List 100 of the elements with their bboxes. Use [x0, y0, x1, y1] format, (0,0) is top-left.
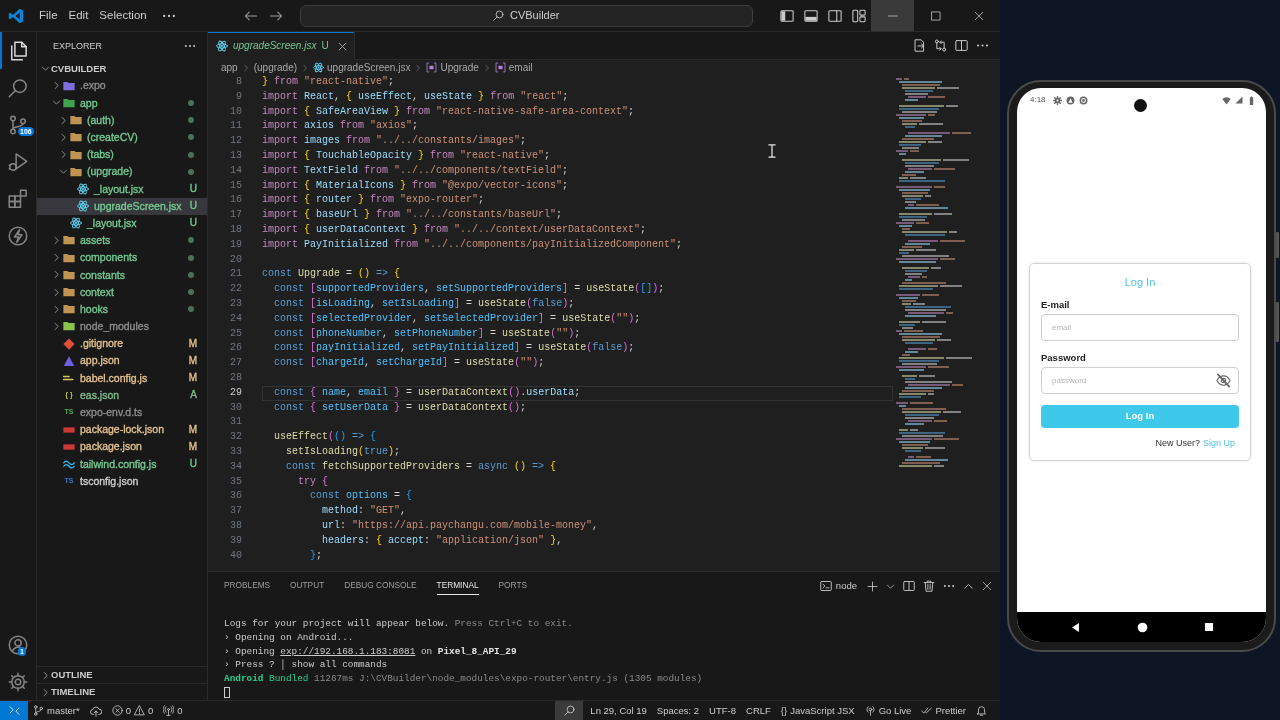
chevron-down-icon[interactable]	[886, 581, 895, 591]
status-item[interactable]: Spaces: 2	[651, 701, 705, 720]
chevron-icon	[414, 63, 423, 72]
double-check-icon	[921, 705, 933, 716]
tree-item[interactable]: node_modules	[37, 317, 207, 335]
problems-item[interactable]: 0 0	[106, 701, 159, 720]
tree-item[interactable]: (upgrade)	[37, 163, 207, 181]
tree-item[interactable]: (auth)	[37, 111, 207, 129]
panel-tab[interactable]: PORTS	[498, 577, 527, 595]
bell-icon[interactable]	[976, 705, 987, 716]
code-line: import PayInitialized from "../../components/payInitializedComponent";	[262, 238, 683, 250]
editor-tab[interactable]: upgradeScreen.jsx U	[208, 32, 355, 60]
breadcrumb-item[interactable]: email	[494, 61, 533, 74]
signal-icon	[1235, 96, 1243, 104]
split-icon[interactable]	[903, 580, 915, 592]
zoom-button[interactable]	[555, 701, 584, 720]
files-icon	[8, 40, 28, 61]
layout-icon[interactable]	[852, 8, 866, 23]
tree-item[interactable]: _layout.jsx U	[37, 180, 207, 198]
sidebar-left-icon[interactable]	[780, 8, 794, 23]
prettier-item[interactable]: Prettier	[916, 701, 971, 720]
settings-icon[interactable]	[8, 671, 28, 692]
tree-item[interactable]: tailwind.config.js U	[37, 455, 207, 473]
code-line: const [payInitialized, setPayInitialized] = useState(false);	[273, 342, 635, 354]
panel-tab[interactable]: OUTPUT	[290, 577, 325, 595]
menu-item[interactable]: Edit	[63, 6, 94, 25]
tree-item[interactable]: _layout.jsx U	[37, 214, 207, 232]
line-number: 35	[229, 474, 242, 489]
tree-item[interactable]: assets	[37, 231, 207, 250]
status-item[interactable]: CRLF	[741, 701, 776, 720]
tree-item[interactable]: app	[37, 94, 207, 112]
tree-item[interactable]: package.json M	[37, 438, 207, 456]
line-number: 29	[229, 385, 242, 400]
add-icon[interactable]	[867, 580, 878, 592]
tree-item[interactable]: (tabs)	[37, 145, 207, 164]
trash-icon[interactable]	[923, 580, 935, 592]
back-icon[interactable]	[1069, 621, 1081, 633]
tree-item[interactable]: components	[37, 249, 207, 267]
tree-item[interactable]: (createCV)	[37, 128, 207, 146]
code-line: const [chargeId, setChargeId] = useState("");	[273, 357, 545, 369]
panel-tab[interactable]: PROBLEMS	[224, 577, 271, 595]
tree-item[interactable]: babel.config.js M	[37, 369, 207, 387]
menu-item[interactable]: File	[34, 6, 63, 25]
folder-icon	[63, 303, 75, 316]
go-live-item[interactable]: Go Live	[859, 701, 917, 720]
forward-arrow-icon[interactable]	[269, 8, 283, 23]
branch-icon	[33, 705, 44, 716]
folder-icon	[63, 79, 75, 92]
close-icon[interactable]	[982, 581, 992, 591]
explorer-section-header[interactable]: CVBUILDER	[37, 60, 207, 78]
breadcrumb-item[interactable]: (upgrade)	[253, 61, 298, 74]
branch-item[interactable]: master*	[28, 701, 85, 720]
language-item[interactable]: {} JavaScript JSX	[775, 701, 860, 720]
status-item[interactable]: Ln 29, Col 19	[585, 701, 652, 720]
split-editor-icon[interactable]	[955, 39, 968, 52]
breadcrumb-item[interactable]: Upgrade	[426, 61, 479, 74]
ports-item[interactable]: 0	[158, 701, 188, 720]
tree-item[interactable]: hooks	[37, 300, 207, 318]
tree-item[interactable]: app.json M	[37, 352, 207, 370]
line-number: 21	[229, 267, 242, 282]
recents-icon[interactable]	[1203, 622, 1214, 632]
status-item[interactable]: UTF-8	[704, 701, 742, 720]
close-icon[interactable]	[337, 41, 347, 51]
tree-item[interactable]: package-lock.json M	[37, 420, 207, 439]
notification-icon	[1078, 95, 1088, 105]
email-field[interactable]: email	[1041, 313, 1239, 341]
terminal-link[interactable]: exp://192.168.1.183:8081	[280, 645, 416, 657]
remote-icon	[8, 705, 20, 716]
menu-item[interactable]: Selection	[94, 6, 152, 25]
code-line: import { MaterialIcons } from "@expo/vector-icons";	[262, 179, 569, 191]
sidebar-right-icon[interactable]	[828, 8, 842, 23]
line-number: 40	[229, 548, 242, 563]
tree-item[interactable]: .gitignore M	[37, 335, 207, 353]
breadcrumb-item[interactable]: app	[221, 61, 238, 74]
sync-icon[interactable]	[89, 704, 102, 717]
terminal-selector[interactable]: node	[819, 580, 857, 592]
code-line: const [supportedProviders, setSupportedProviders] = useState([]);	[273, 283, 665, 295]
symbol-icon	[426, 62, 438, 73]
preview-icon[interactable]	[913, 39, 926, 52]
eye-off-icon[interactable]	[1216, 372, 1231, 388]
password-field[interactable]: password	[1041, 366, 1239, 394]
panel-tab[interactable]: TERMINAL	[436, 577, 479, 595]
command-center[interactable]: CVBuilder	[299, 4, 753, 27]
home-icon[interactable]	[1136, 621, 1148, 633]
tree-item[interactable]: context	[37, 283, 207, 301]
breadcrumb-item[interactable]: upgradeScreen.jsx	[313, 61, 411, 74]
panel-bottom-icon[interactable]	[804, 8, 818, 23]
line-number: 22	[229, 282, 242, 297]
terminal-cursor-icon	[224, 687, 230, 698]
line-number: 34	[229, 459, 242, 474]
code-line: const Upgrade = () => {	[262, 268, 401, 280]
compare-icon[interactable]	[934, 39, 947, 52]
back-arrow-icon[interactable]	[244, 8, 259, 23]
code-line: import { baseUrl } from "../../constants/baseUrl";	[262, 209, 563, 221]
search-icon	[493, 10, 504, 21]
tree-item[interactable]: upgradeScreen.jsx U	[37, 197, 207, 215]
panel-tab[interactable]: DEBUG CONSOLE	[344, 577, 417, 595]
tree-item[interactable]: .expo	[37, 77, 207, 95]
explorer-section-header[interactable]: OUTLINE	[37, 666, 207, 683]
tree-item[interactable]: constants	[37, 266, 207, 284]
